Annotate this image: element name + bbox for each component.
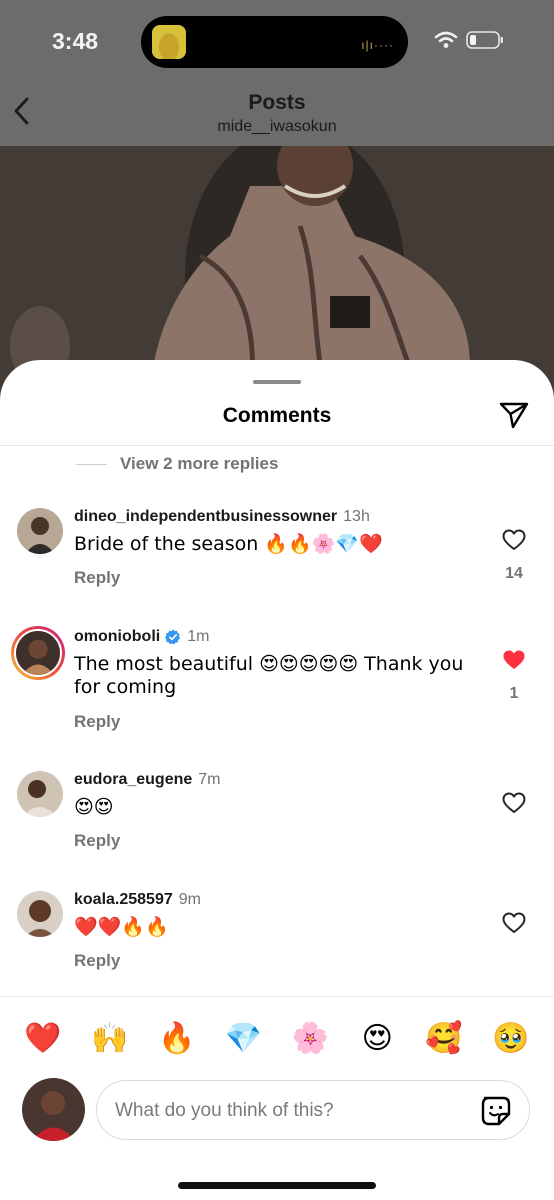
reply-button[interactable]: Reply [74,831,120,851]
home-indicator[interactable] [178,1182,376,1189]
comment-input-container [96,1080,530,1140]
wifi-icon [434,31,458,48]
avatar[interactable] [17,508,63,554]
sticker-icon[interactable] [479,1094,513,1128]
reply-button[interactable]: Reply [74,568,120,588]
page-title: Posts [248,91,306,114]
header-divider [0,445,554,446]
reply-button[interactable]: Reply [74,712,120,732]
status-bar: 3:48 ı|ı···· [0,0,554,82]
avatar-with-story-ring[interactable] [11,626,65,680]
comment-time: 7m [198,771,221,788]
comment-username[interactable]: omonioboli [74,628,160,646]
replies-line [76,463,107,465]
comment-time: 1m [187,628,210,645]
view-more-replies-button[interactable]: View 2 more replies [76,452,278,476]
like-count: 1 [509,685,519,702]
reaction-fire-button[interactable]: 🔥 [156,1016,198,1060]
heart-icon[interactable] [502,912,526,934]
audio-waveform-icon: ı|ı···· [361,38,394,52]
reaction-gem-button[interactable]: 💎 [223,1016,265,1060]
comments-sheet: Comments View 2 more replies dineo_indep… [0,360,554,1200]
quick-reactions-bar: ❤️ 🙌 🔥 💎 🌸 😍 🥰 🥹 [0,1016,554,1060]
like-count: 14 [505,565,523,582]
reaction-smiling-hearts-button[interactable]: 🥰 [423,1016,465,1060]
comment-text: 😍😍 [74,796,114,818]
avatar[interactable] [17,771,63,817]
heart-icon[interactable] [502,792,526,814]
comment-text: ❤️❤️🔥🔥 [74,916,169,938]
comment-username[interactable]: koala.258597 [74,891,173,909]
comment-text: The most beautiful 😍😍😍😍😍 Thank you for c… [74,653,464,698]
reaction-blossom-button[interactable]: 🌸 [289,1016,331,1060]
sheet-drag-handle[interactable] [253,380,301,384]
reaction-raised-hands-button[interactable]: 🙌 [89,1016,131,1060]
heart-icon[interactable] [502,529,526,551]
status-time: 3:48 [52,28,99,54]
nav-bar: Posts mide__iwasokun [0,82,554,146]
battery-icon [466,31,503,49]
dynamic-island: ı|ı···· [141,16,408,68]
comment-time: 13h [343,508,370,525]
composer-avatar [22,1078,85,1141]
send-icon[interactable] [498,400,530,430]
comment-text: Bride of the season 🔥🔥🌸💎❤️ [74,533,383,555]
heart-filled-icon[interactable] [502,649,526,671]
comment-header: omonioboli 1m [74,628,209,646]
sheet-title: Comments [222,404,332,427]
view-more-replies-label: View 2 more replies [120,454,279,473]
reaction-heart-eyes-button[interactable]: 😍 [356,1016,398,1060]
comment-header: koala.258597 9m [74,891,201,909]
reply-button[interactable]: Reply [74,951,120,971]
comment-header: dineo_independentbusinessowner 13h [74,508,370,526]
verified-icon [165,629,181,645]
reaction-heart-button[interactable]: ❤️ [22,1016,64,1060]
page-subtitle: mide__iwasokun [217,118,337,135]
comment-username[interactable]: dineo_independentbusinessowner [74,508,337,526]
comment-time: 9m [178,891,201,908]
comment-username[interactable]: eudora_eugene [74,771,192,789]
comment-input[interactable] [115,1095,465,1127]
avatar[interactable] [17,891,63,937]
reaction-holding-tears-button[interactable]: 🥹 [490,1016,532,1060]
composer-divider [0,996,554,997]
comment-header: eudora_eugene 7m [74,771,221,789]
island-media-thumbnail [152,25,186,59]
